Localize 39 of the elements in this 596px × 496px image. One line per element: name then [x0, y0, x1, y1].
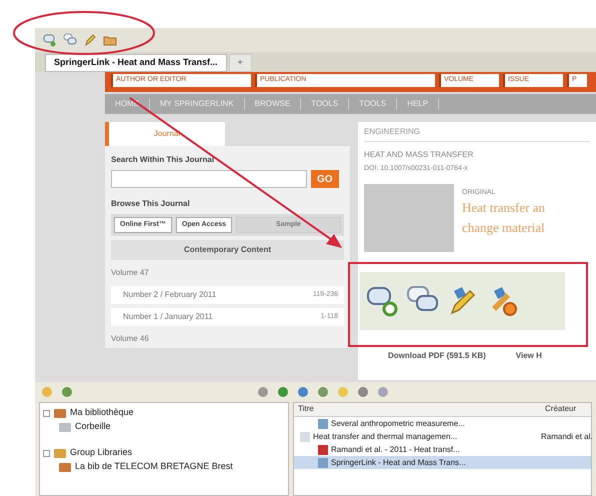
speech-bubble-add-icon[interactable] [43, 33, 57, 47]
column-header[interactable]: Créateur [541, 403, 591, 416]
section-heading: ENGINEERING [364, 126, 590, 142]
item-row[interactable]: Heat transfer and thermal managemen... Ramandi et al. [294, 430, 591, 443]
search-field[interactable] [111, 170, 307, 188]
go-button[interactable]: GO [311, 170, 339, 188]
issue-link[interactable]: Number 1 / January 2011 [123, 311, 213, 323]
item-title: Several anthropometric measureme... [331, 418, 465, 430]
content-header: Contemporary Content [111, 240, 344, 260]
journal-tab[interactable]: Journal [105, 122, 225, 146]
pencil-icon[interactable] [83, 33, 97, 47]
issue-link[interactable]: Number 2 / February 2011 [123, 289, 216, 301]
browser-tab[interactable]: SpringerLink - Heat and Mass Transf... [45, 54, 227, 72]
volume-label: Volume 47 [111, 267, 149, 279]
article-title: Heat transfer an [462, 199, 546, 217]
item-creator: Ramandi et al. [541, 430, 591, 442]
expand-toggle-icon[interactable] [43, 410, 50, 416]
item-row[interactable]: SpringerLink - Heat and Mass Trans... [294, 456, 591, 469]
speech-bubbles-icon[interactable] [63, 33, 77, 47]
download-pdf-link[interactable]: Download PDF (591.5 KB) [388, 350, 486, 362]
column-header[interactable]: Titre [294, 403, 541, 416]
section-label: Browse This Journal [111, 198, 191, 210]
article-title: change material [462, 218, 546, 237]
item-title: Heat transfer and thermal managemen... [313, 430, 458, 442]
expand-toggle-icon[interactable] [43, 450, 50, 456]
item-row[interactable]: Several anthropometric measureme... [294, 417, 591, 430]
journal-name: HEAT AND MASS TRANSFER [364, 149, 474, 161]
item-title: SpringerLink - Heat and Mass Trans... [331, 456, 466, 468]
tree-item[interactable]: Ma bibliothèque [70, 406, 134, 420]
browser-tab[interactable]: + [228, 54, 252, 72]
item-title: Ramandi et al. - 2011 - Heat transf... [331, 444, 460, 456]
tree-item[interactable]: Group Libraries [70, 446, 132, 460]
section-label: Search Within This Journal [111, 154, 216, 166]
speech-bubble-add-icon[interactable] [366, 285, 400, 317]
item-row[interactable]: Ramandi et al. - 2011 - Heat transf... [294, 443, 591, 456]
tree-item[interactable]: Corbeille [75, 420, 111, 434]
view-link[interactable]: View H [516, 350, 542, 362]
tree-item[interactable]: La bib de TELECOM BRETAGNE Brest [75, 460, 233, 474]
volume-label: Volume 46 [111, 333, 149, 345]
